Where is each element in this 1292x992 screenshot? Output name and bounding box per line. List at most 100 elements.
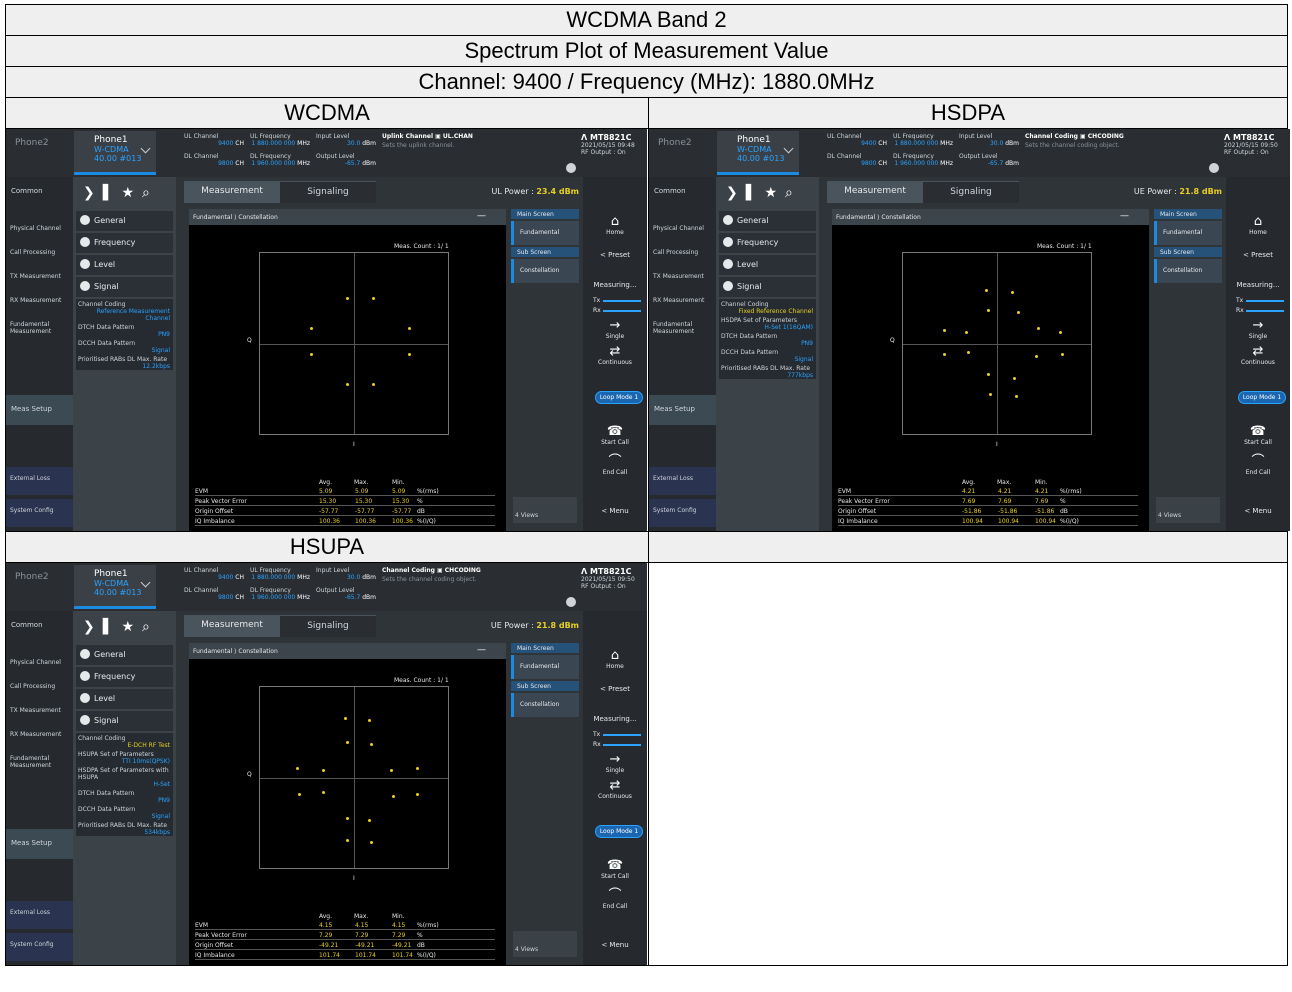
single-button[interactable]: → Single	[583, 319, 647, 341]
phone1-tab[interactable]: Phone1 W-CDMA 40.00 #013	[74, 565, 156, 609]
menu-item-level[interactable]: Level	[76, 689, 173, 709]
param-block[interactable]: DL Frequency 1 960.000 000 MHz	[893, 153, 953, 167]
menu-item-signal[interactable]: Signal	[76, 711, 173, 731]
signal-param-label[interactable]: DTCH Data Pattern	[76, 788, 173, 797]
left-nav-item[interactable]: RX Measurement	[10, 297, 68, 304]
tab-signaling[interactable]: Signaling	[280, 181, 376, 203]
minimize-icon[interactable]: —	[477, 645, 486, 655]
param-block[interactable]: UL Frequency 1 880.000 000 MHz	[250, 133, 310, 147]
minimize-icon[interactable]: —	[1120, 211, 1129, 221]
param-block[interactable]: UL Frequency 1 880.000 000 MHz	[250, 567, 310, 581]
home-button[interactable]: ⌂ Home	[583, 215, 647, 237]
signal-param-label[interactable]: HSUPA Set of Parameters	[76, 749, 173, 758]
param-block[interactable]: DL Channel 9800 CH	[184, 587, 244, 601]
param-block[interactable]: UL Channel 9400 CH	[184, 133, 244, 147]
signal-param-label[interactable]: HSDPA Set of Parameters with HSUPA	[76, 765, 173, 781]
param-block[interactable]: DL Channel 9800 CH	[827, 153, 887, 167]
param-block[interactable]: Input Level 30.0 dBm	[959, 133, 1019, 147]
common-button[interactable]: Common	[649, 179, 716, 203]
menu-item-signal[interactable]: Signal	[719, 277, 816, 297]
param-block[interactable]: DL Channel 9800 CH	[184, 153, 244, 167]
param-block[interactable]: Input Level 30.0 dBm	[316, 133, 376, 147]
tab-signaling[interactable]: Signaling	[923, 181, 1019, 203]
loop-mode-button[interactable]: Loop Mode 1	[1238, 391, 1286, 404]
phone2-tab[interactable]: Phone2	[15, 572, 49, 582]
param-block[interactable]: DL Frequency 1 960.000 000 MHz	[250, 153, 310, 167]
expand-circle-icon[interactable]	[566, 597, 576, 607]
expand-circle-icon[interactable]	[566, 163, 576, 173]
preset-button[interactable]: < Preset	[1226, 251, 1290, 259]
views-button[interactable]: 4 Views	[1156, 497, 1220, 523]
preset-button[interactable]: < Preset	[583, 685, 647, 693]
left-nav-item[interactable]: TX Measurement	[10, 707, 68, 714]
home-button[interactable]: ⌂ Home	[583, 649, 647, 671]
meas-setup-button[interactable]: Meas Setup	[649, 395, 716, 425]
fundamental-button[interactable]: Fundamental	[511, 221, 579, 245]
system-config-button[interactable]: System Config	[649, 499, 716, 527]
external-loss-button[interactable]: External Loss	[649, 467, 716, 495]
menu-toolbar-icons[interactable]: ❯▌★⌕	[83, 185, 158, 201]
chevron-down-icon[interactable]	[140, 577, 151, 588]
external-loss-button[interactable]: External Loss	[6, 901, 73, 929]
menu-item-frequency[interactable]: Frequency	[76, 233, 173, 253]
param-block[interactable]: DL Frequency 1 960.000 000 MHz	[250, 587, 310, 601]
minimize-icon[interactable]: —	[477, 211, 486, 221]
param-block[interactable]: UL Channel 9400 CH	[827, 133, 887, 147]
left-nav-item[interactable]: Call Processing	[10, 249, 68, 256]
common-button[interactable]: Common	[6, 179, 73, 203]
loop-mode-button[interactable]: Loop Mode 1	[595, 391, 643, 404]
signal-param-label[interactable]: DCCH Data Pattern	[76, 338, 173, 347]
param-block[interactable]: UL Channel 9400 CH	[184, 567, 244, 581]
left-nav-item[interactable]: TX Measurement	[653, 273, 711, 280]
left-nav-item[interactable]: Fundamental Measurement	[10, 755, 68, 769]
end-call-button[interactable]: ⌒ End Call	[1226, 455, 1290, 477]
tab-signaling[interactable]: Signaling	[280, 615, 376, 637]
signal-param-label[interactable]: Prioritised RABs DL Max. Rate	[76, 354, 173, 363]
continuous-button[interactable]: ⇄ Continuous	[1226, 345, 1290, 367]
menu-item-frequency[interactable]: Frequency	[719, 233, 816, 253]
signal-param-label[interactable]: Channel Coding	[719, 299, 816, 308]
left-nav-item[interactable]: TX Measurement	[10, 273, 68, 280]
views-button[interactable]: 4 Views	[513, 497, 577, 523]
menu-button[interactable]: < Menu	[1226, 507, 1290, 515]
external-loss-button[interactable]: External Loss	[6, 467, 73, 495]
menu-toolbar-icons[interactable]: ❯▌★⌕	[83, 619, 158, 635]
tab-measurement[interactable]: Measurement	[184, 615, 280, 637]
signal-param-label[interactable]: Prioritised RABs DL Max. Rate	[719, 363, 816, 372]
left-nav-item[interactable]: Fundamental Measurement	[653, 321, 711, 335]
end-call-button[interactable]: ⌒ End Call	[583, 889, 647, 911]
signal-param-label[interactable]: DCCH Data Pattern	[719, 347, 816, 356]
signal-param-label[interactable]: HSDPA Set of Parameters	[719, 315, 816, 324]
preset-button[interactable]: < Preset	[583, 251, 647, 259]
param-block[interactable]: Input Level 30.0 dBm	[316, 567, 376, 581]
phone2-tab[interactable]: Phone2	[658, 138, 692, 148]
menu-toolbar-icons[interactable]: ❯▌★⌕	[726, 185, 801, 201]
tab-measurement[interactable]: Measurement	[827, 181, 923, 203]
chevron-down-icon[interactable]	[140, 143, 151, 154]
start-call-button[interactable]: ☎ Start Call	[583, 859, 647, 881]
left-nav-item[interactable]: Physical Channel	[653, 225, 711, 232]
signal-param-label[interactable]: DTCH Data Pattern	[76, 322, 173, 331]
phone1-tab[interactable]: Phone1 W-CDMA 40.00 #013	[717, 131, 799, 175]
menu-item-general[interactable]: General	[76, 211, 173, 231]
left-nav-item[interactable]: Call Processing	[10, 683, 68, 690]
fundamental-button[interactable]: Fundamental	[511, 655, 579, 679]
menu-item-level[interactable]: Level	[76, 255, 173, 275]
start-call-button[interactable]: ☎ Start Call	[583, 425, 647, 447]
left-nav-item[interactable]: RX Measurement	[653, 297, 711, 304]
param-block[interactable]: Output Level -65.7 dBm	[959, 153, 1019, 167]
common-button[interactable]: Common	[6, 613, 73, 637]
left-nav-item[interactable]: RX Measurement	[10, 731, 68, 738]
continuous-button[interactable]: ⇄ Continuous	[583, 779, 647, 801]
views-button[interactable]: 4 Views	[513, 931, 577, 957]
signal-param-label[interactable]: DCCH Data Pattern	[76, 804, 173, 813]
home-button[interactable]: ⌂ Home	[1226, 215, 1290, 237]
phone2-tab[interactable]: Phone2	[15, 138, 49, 148]
constellation-button[interactable]: Constellation	[1154, 259, 1222, 283]
menu-item-signal[interactable]: Signal	[76, 277, 173, 297]
tab-measurement[interactable]: Measurement	[184, 181, 280, 203]
system-config-button[interactable]: System Config	[6, 499, 73, 527]
loop-mode-button[interactable]: Loop Mode 1	[595, 825, 643, 838]
expand-circle-icon[interactable]	[1209, 163, 1219, 173]
signal-param-label[interactable]: DTCH Data Pattern	[719, 331, 816, 340]
